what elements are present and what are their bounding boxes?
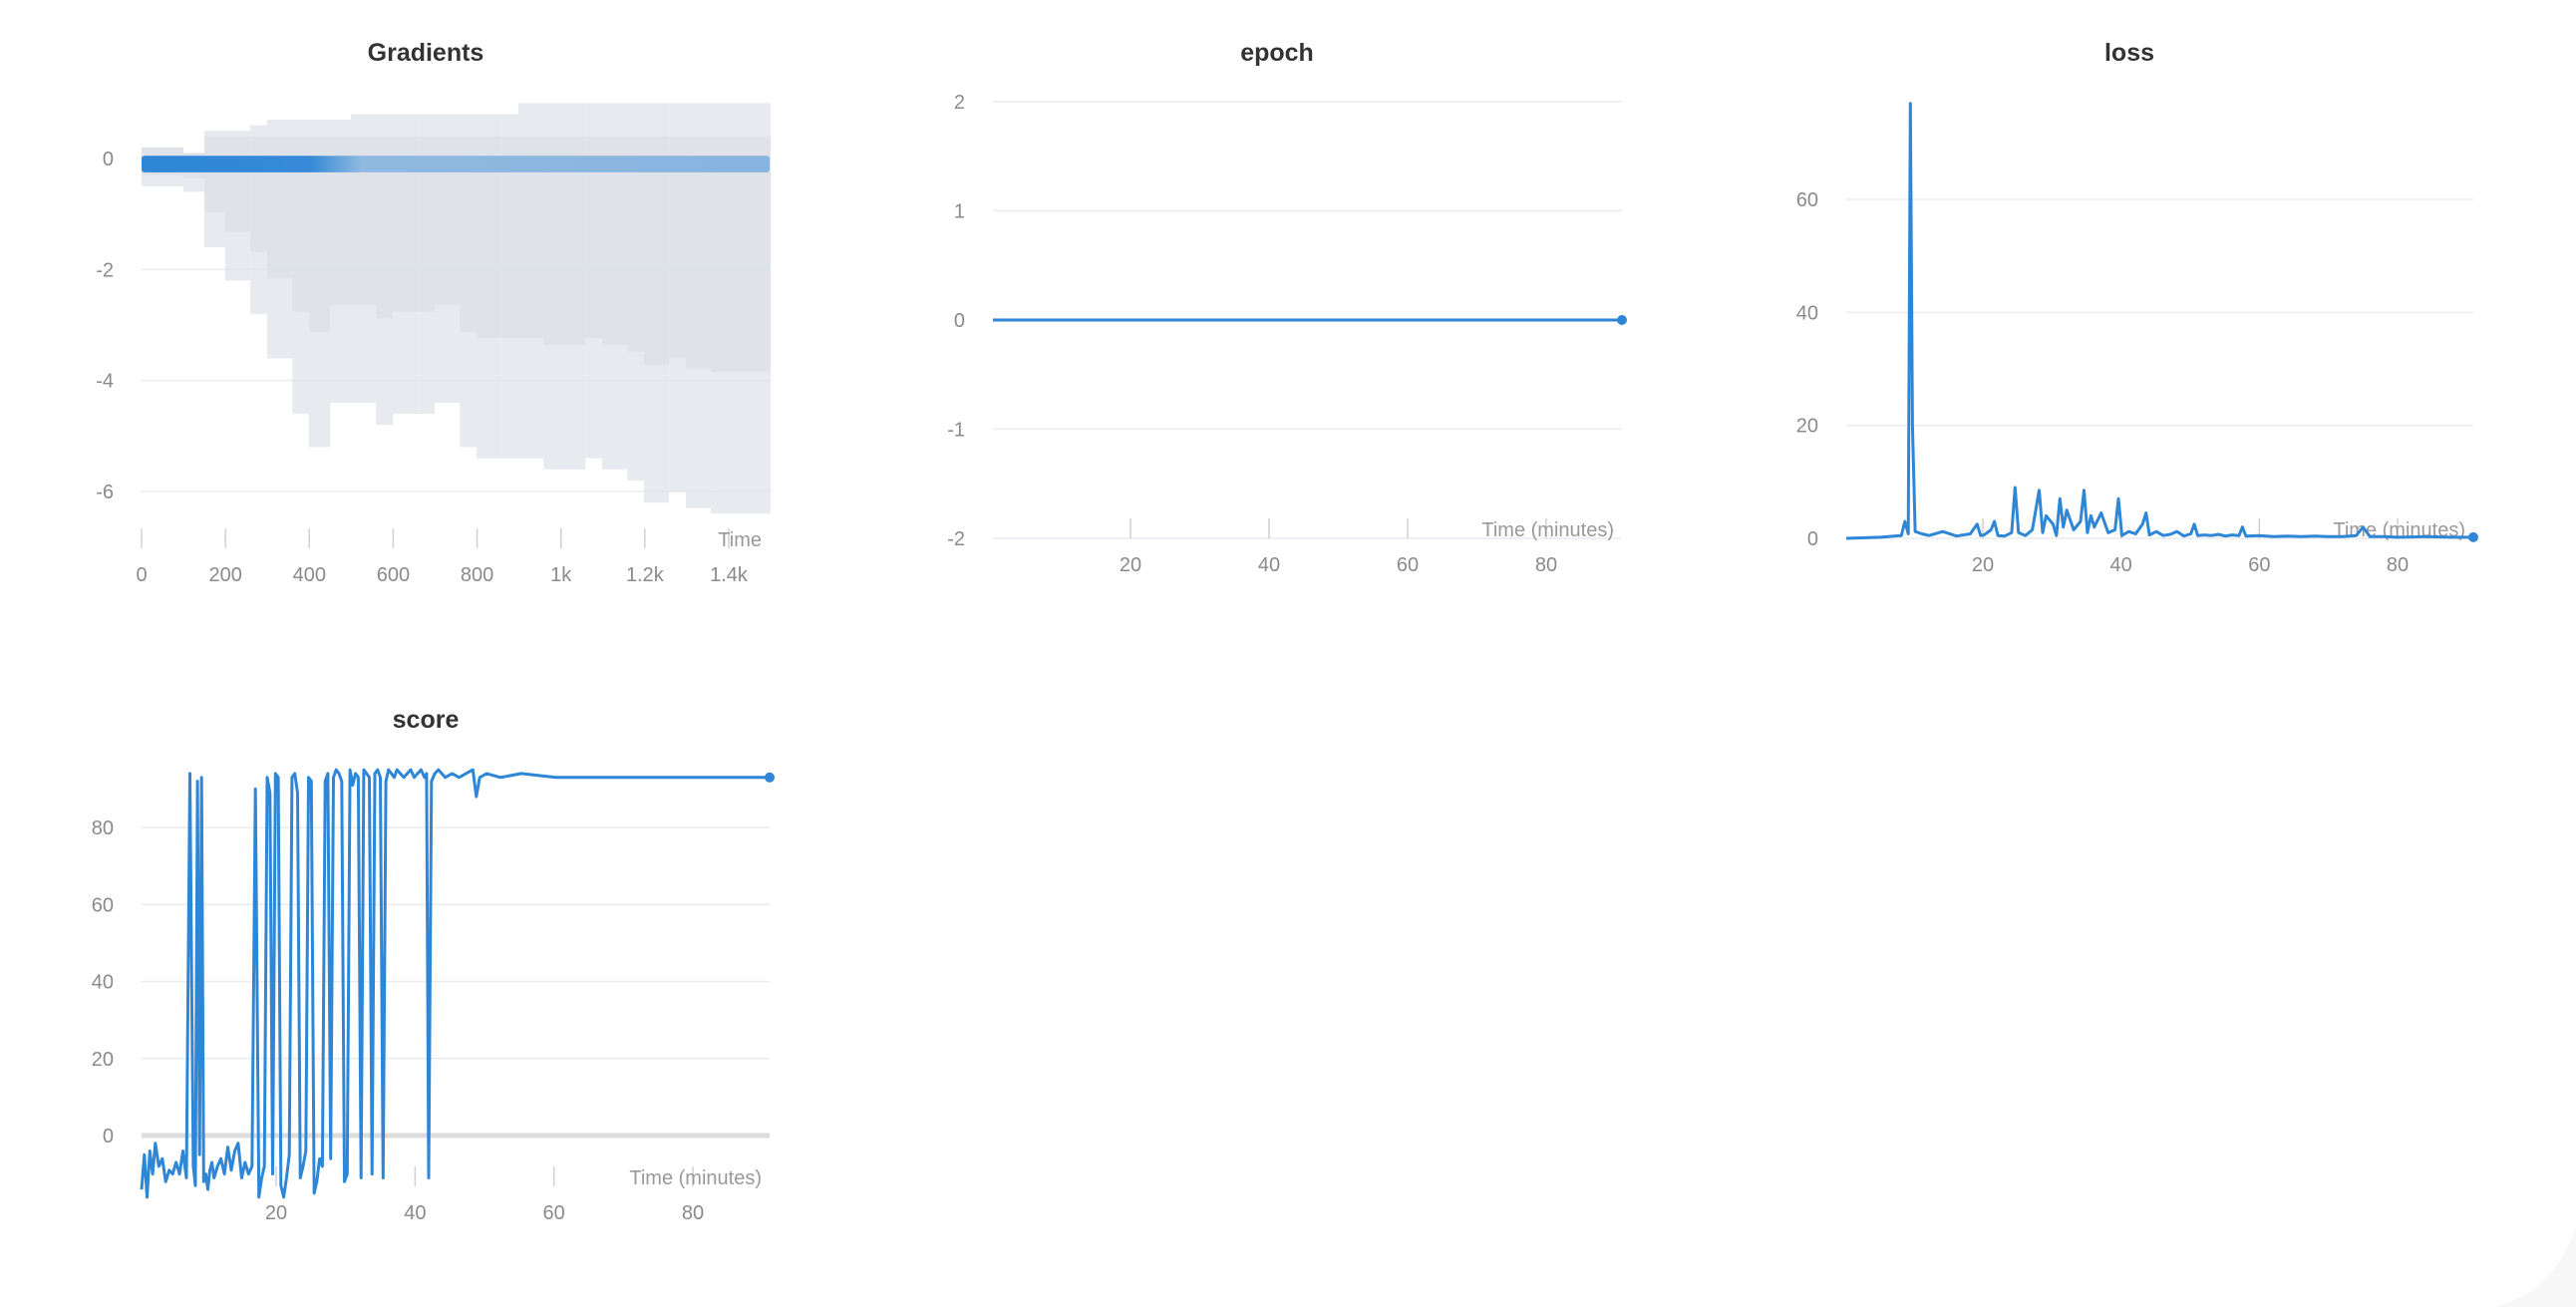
gradients-x-tick-label: 0: [136, 564, 147, 586]
loss-series-line[interactable]: [1845, 102, 2473, 540]
gradients-x-tick-label: 1k: [550, 564, 572, 586]
gradients-core-band[interactable]: [142, 156, 770, 172]
gradients-y-tick-label: -2: [96, 259, 114, 281]
loss-x-tick-label: 20: [1972, 554, 1994, 576]
page-corner-shade: [2492, 1226, 2576, 1307]
epoch-y-tick-label: -2: [947, 528, 965, 550]
loss-last-point-marker[interactable]: [2468, 531, 2478, 542]
score-x-tick-label: 80: [682, 1202, 704, 1224]
loss-line-chart[interactable]: 604020020 40 60 80Time (minutes): [1796, 102, 2478, 576]
gradients-dense-column: [770, 136, 771, 372]
loss-y-tick-label: 40: [1796, 302, 1818, 324]
epoch-y-tick-label: 1: [954, 201, 965, 223]
loss-x-tick-label: 80: [2387, 554, 2409, 576]
gradients-x-tick-label: 400: [293, 564, 326, 586]
score-y-tick-label: 80: [92, 817, 114, 839]
gradients-dense-column: [250, 136, 267, 252]
gradients-x-axis-label: Time: [718, 529, 762, 551]
epoch-x-tick-label: 60: [1397, 554, 1419, 576]
epoch-y-tick-label: 2: [954, 92, 965, 114]
score-y-tick-label: 40: [92, 972, 114, 994]
gradients-dense-column: [204, 136, 225, 212]
loss-y-tick-label: 20: [1796, 416, 1818, 438]
loss-panel-title: loss: [2104, 39, 2154, 67]
score-x-tick-label: 40: [404, 1202, 426, 1224]
score-series-line[interactable]: [140, 768, 770, 1199]
epoch-last-point-marker[interactable]: [1617, 315, 1627, 325]
score-line-chart[interactable]: 80 60 40 20 0 20 40 60 80 Time (minutes): [92, 768, 775, 1224]
score-x-axis-label: Time (minutes): [629, 1167, 762, 1189]
epoch-x-axis-label: Time (minutes): [1481, 519, 1614, 541]
gradients-x-tick-label: 800: [461, 564, 493, 586]
gradients-dense-column: [225, 136, 251, 232]
loss-x-tick-label: 60: [2248, 554, 2270, 576]
score-panel-title: score: [393, 706, 460, 734]
gradients-y-tick-label: 0: [103, 149, 114, 170]
gradients-x-tick-label: 600: [377, 564, 410, 586]
gradients-x-tick-label: 1.2k: [626, 564, 665, 586]
score-x-tick-label: 20: [265, 1202, 287, 1224]
gradients-y-tick-label: -6: [96, 482, 114, 503]
score-y-tick-label: 20: [92, 1049, 114, 1071]
gradients-panel-title: Gradients: [368, 39, 484, 67]
score-last-point-marker[interactable]: [765, 772, 775, 783]
loss-x-tick-label: 40: [2110, 554, 2132, 576]
loss-y-tick-label: 60: [1796, 189, 1818, 211]
loss-y-tick-label: 0: [1807, 528, 1818, 550]
epoch-y-tick-label: 0: [954, 310, 965, 332]
score-y-tick-label: 60: [92, 894, 114, 916]
dashboard-charts: Gradients epoch loss score 0-2-4-60 200 40…: [92, 39, 2576, 1307]
gradients-x-tick-label: 1.4k: [710, 564, 749, 586]
gradients-y-tick-label: -4: [96, 371, 114, 393]
gradients-x-tick-label: 200: [208, 564, 241, 586]
epoch-x-tick-label: 40: [1258, 554, 1280, 576]
score-x-tick-label: 60: [543, 1202, 565, 1224]
gradients-heatmap-chart[interactable]: 0 -2 -4 -6 0 200 400 600 800 1k 1.2k 1.4k Time: [96, 103, 771, 586]
epoch-line-chart[interactable]: 2 1 0 -1 -2 20 40 60 80 Time (minutes): [947, 92, 1627, 576]
epoch-x-tick-label: 20: [1120, 554, 1141, 576]
epoch-panel-title: epoch: [1240, 39, 1314, 67]
score-y-tick-label: 0: [103, 1126, 114, 1147]
epoch-y-tick-label: -1: [947, 420, 965, 442]
epoch-x-tick-label: 80: [1535, 554, 1557, 576]
